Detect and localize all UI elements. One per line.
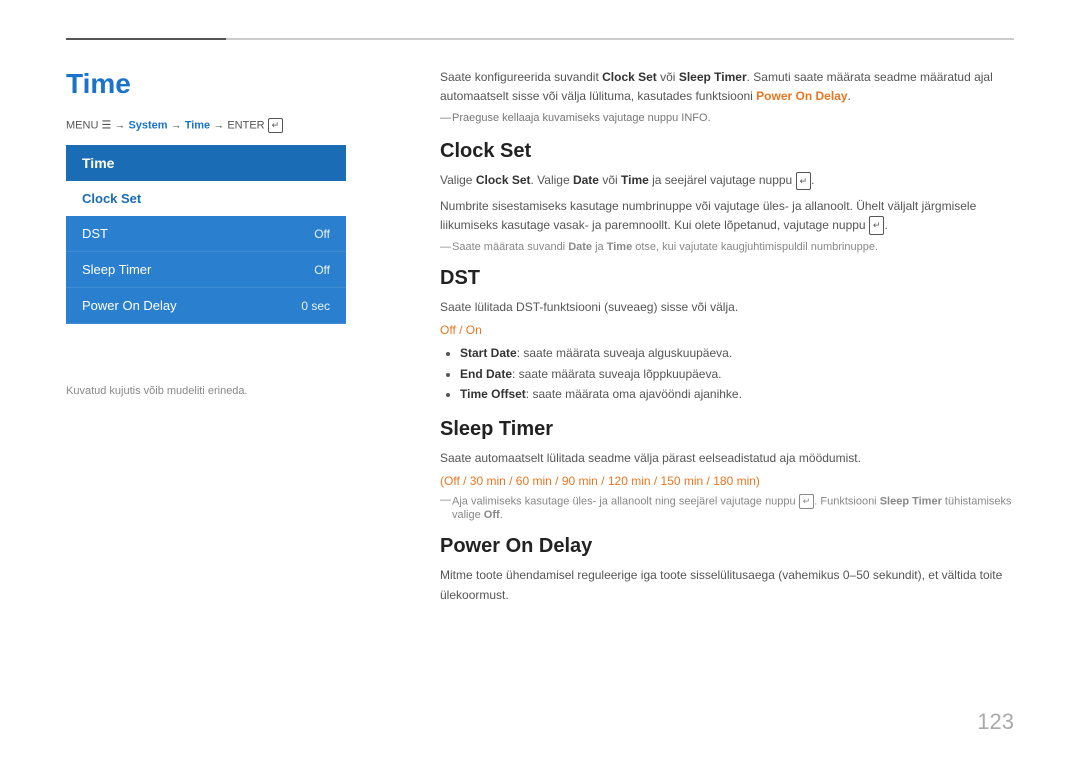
sidebar-item-clockset[interactable]: Clock Set <box>66 181 346 216</box>
sidebar-item-value: 0 sec <box>301 299 330 313</box>
dst-bullet-enddate: End Date: saate määrata suveaja lõppkuup… <box>460 364 1014 384</box>
sleep-timer-options: (Off / 30 min / 60 min / 90 min / 120 mi… <box>440 474 1014 488</box>
dst-text: Saate lülitada DST-funktsiooni (suveaeg)… <box>440 298 1014 317</box>
sidebar-item-sleeptimer[interactable]: Sleep Timer Off <box>66 252 346 288</box>
menu-arrow2: → <box>213 119 227 131</box>
dst-bullet-timeoffset: Time Offset: saate määrata oma ajavööndi… <box>460 384 1014 404</box>
dst-bullets: Start Date: saate määrata suveaja algusk… <box>440 343 1014 404</box>
sleep-timer-section: Sleep Timer Saate automaatselt lülitada … <box>440 418 1014 521</box>
menu-time: Time <box>185 119 210 131</box>
clock-set-text1: Valige Clock Set. Valige Date või Time j… <box>440 171 1014 190</box>
dst-section: DST Saate lülitada DST-funktsiooni (suve… <box>440 267 1014 404</box>
intro-note: Praeguse kellaaja kuvamiseks vajutage nu… <box>440 112 1014 124</box>
clock-set-title: Clock Set <box>440 140 1014 163</box>
intro-text: Saate konfigureerida suvandit Clock Set … <box>440 68 1014 106</box>
sidebar-header: Time <box>66 145 346 181</box>
menu-arrow1: → <box>171 119 185 131</box>
enter-icon: ↵ <box>268 118 284 133</box>
page-number: 123 <box>977 709 1014 735</box>
sidebar: Time Clock Set DST Off Sleep Timer Off P… <box>66 145 346 324</box>
dst-options: Off / On <box>440 323 1014 337</box>
sidebar-item-value: Off <box>314 227 330 241</box>
sidebar-note: Kuvatud kujutis võib mudeliti erineda. <box>66 385 248 397</box>
sleep-timer-text: Saate automaatselt lülitada seadme välja… <box>440 449 1014 468</box>
menu-system: System <box>128 119 167 131</box>
top-bar-accent <box>66 38 226 40</box>
page-title: Time <box>66 68 131 100</box>
sidebar-item-label: Clock Set <box>82 191 141 206</box>
clock-set-text2: Numbrite sisestamiseks kasutage numbrinu… <box>440 197 1014 235</box>
enter-icon: ↵ <box>799 494 815 509</box>
sleep-timer-note: Aja valimiseks kasutage üles- ja allanoo… <box>440 494 1014 521</box>
clock-set-note: Saate määrata suvandi Date ja Time otse,… <box>440 241 1014 253</box>
clock-set-section: Clock Set Valige Clock Set. Valige Date … <box>440 140 1014 253</box>
power-on-delay-title: Power On Delay <box>440 535 1014 558</box>
enter-icon: ↵ <box>869 216 885 234</box>
top-bar <box>66 38 1014 40</box>
sidebar-item-label: Power On Delay <box>82 298 177 313</box>
dst-title: DST <box>440 267 1014 290</box>
sleep-timer-title: Sleep Timer <box>440 418 1014 441</box>
dst-bullet-startdate: Start Date: saate määrata suveaja algusk… <box>460 343 1014 363</box>
power-on-delay-section: Power On Delay Mitme toote ühendamisel r… <box>440 535 1014 604</box>
power-on-delay-text: Mitme toote ühendamisel reguleerige iga … <box>440 566 1014 604</box>
menu-path: MENU ☰ → System → Time → ENTER ↵ <box>66 118 283 133</box>
menu-label: MENU <box>66 119 98 131</box>
sidebar-item-powerondelay[interactable]: Power On Delay 0 sec <box>66 288 346 324</box>
menu-enter: ENTER <box>227 119 264 131</box>
sidebar-item-label: DST <box>82 226 108 241</box>
enter-icon: ↵ <box>796 172 812 190</box>
sidebar-item-dst[interactable]: DST Off <box>66 216 346 252</box>
sidebar-item-label: Sleep Timer <box>82 262 151 277</box>
sidebar-item-value: Off <box>314 263 330 277</box>
content-area: Saate konfigureerida suvandit Clock Set … <box>440 68 1014 611</box>
menu-icon: ☰ → <box>101 119 128 131</box>
